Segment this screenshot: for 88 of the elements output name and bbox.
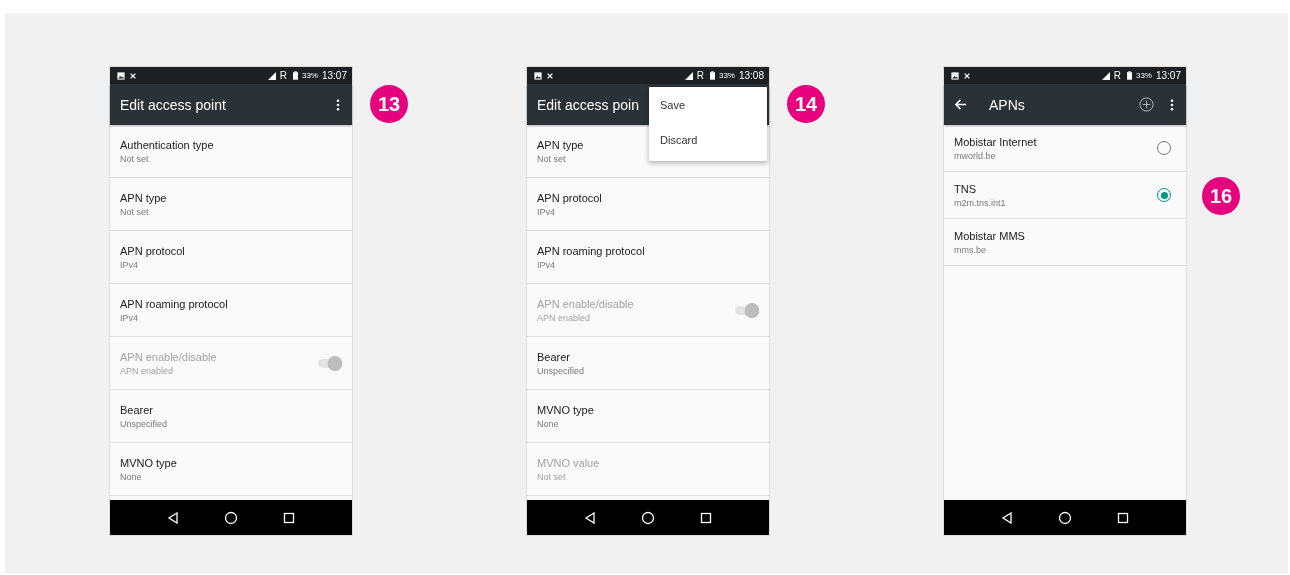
more-options-icon[interactable] [1170,98,1174,111]
clock: 13:07 [321,70,347,81]
x-mark-icon [546,71,554,80]
setting-value: IPv4 [537,259,555,270]
settings-row[interactable]: APN roaming protocol IPv4 [110,284,352,337]
screen-title: APNs [989,96,1025,113]
apn-row[interactable]: Mobistar MMS mms.be [944,219,1186,266]
setting-value: Not set [120,206,149,217]
setting-title: APN protocol [120,244,185,257]
back-triangle-icon[interactable] [166,510,180,525]
clock: 13:07 [1155,70,1181,81]
setting-title: APN type [537,138,584,151]
setting-title: APN roaming protocol [537,244,645,257]
settings-row[interactable]: MVNO type None [110,443,352,496]
setting-title: APN enable/disable [537,297,634,310]
home-circle-icon[interactable] [641,510,655,525]
settings-row[interactable]: Bearer Unspecified [527,337,769,390]
apn-name: TNS [954,182,976,195]
setting-value: IPv4 [120,259,138,270]
settings-row[interactable]: MVNO type None [527,390,769,443]
menu-item[interactable]: Discard [649,122,767,157]
battery-percent: 33% [301,71,318,80]
settings-row[interactable]: Authentication type Not set [110,125,352,178]
setting-title: APN protocol [537,191,602,204]
add-icon[interactable] [1139,97,1154,112]
settings-row[interactable]: Bearer Unspecified [110,390,352,443]
step-number-badge: 13 [370,85,408,123]
battery-icon [292,71,298,80]
home-circle-icon[interactable] [224,510,238,525]
setting-value: Not set [537,471,566,482]
roaming-indicator: R [696,70,704,81]
setting-value: APN enabled [120,365,174,376]
setting-title: Bearer [537,350,571,363]
apn-name: Mobistar Internet [954,135,1037,148]
more-options-icon[interactable] [336,98,340,111]
setting-value: Not set [120,153,149,164]
battery-percent: 33% [1135,71,1152,80]
settings-row[interactable]: APN protocol IPv4 [110,231,352,284]
setting-value: None [120,471,142,482]
roaming-indicator: R [279,70,287,81]
setting-title: Bearer [120,403,154,416]
apn-name: Mobistar MMS [954,229,1025,242]
signal-icon [684,71,693,80]
setting-title: APN type [120,191,167,204]
setting-value: IPv4 [537,206,555,217]
recents-square-icon[interactable] [282,510,296,525]
back-triangle-icon[interactable] [583,510,597,525]
apn-row[interactable]: Mobistar Internet mworld.be [944,125,1186,172]
setting-value: IPv4 [120,312,138,323]
setting-value: APN enabled [537,312,591,323]
menu-item[interactable]: Save [649,87,767,122]
signal-icon [1101,71,1110,80]
settings-row[interactable]: APN roaming protocol IPv4 [527,231,769,284]
setting-value: Not set [537,153,566,164]
setting-title: Authentication type [120,138,214,151]
step-number-badge: 16 [1202,177,1240,215]
setting-title: APN roaming protocol [120,297,228,310]
setting-value: Unspecified [537,365,585,376]
screen-title: Edit access point [120,96,226,113]
clock: 13:08 [738,70,764,81]
battery-icon [1126,71,1132,80]
setting-title: MVNO type [120,456,177,469]
recents-square-icon[interactable] [1116,510,1130,525]
screen-title: Edit access poin [537,96,639,113]
back-arrow-icon[interactable] [954,98,967,111]
battery-percent: 33% [718,71,735,80]
apn-address: mworld.be [954,150,996,161]
setting-value: Unspecified [120,418,168,429]
back-triangle-icon[interactable] [1000,510,1014,525]
setting-title: MVNO type [537,403,594,416]
setting-title: APN enable/disable [120,350,217,363]
battery-icon [709,71,715,80]
home-circle-icon[interactable] [1058,510,1072,525]
settings-row[interactable]: APN type Not set [110,178,352,231]
roaming-indicator: R [1113,70,1121,81]
settings-row[interactable]: APN protocol IPv4 [527,178,769,231]
setting-title: MVNO value [537,456,600,469]
image-icon [117,71,125,80]
setting-value: None [537,418,559,429]
apn-address: mms.be [954,244,986,255]
step-number-badge: 14 [787,85,825,123]
image-icon [951,71,959,80]
recents-square-icon[interactable] [699,510,713,525]
signal-icon [267,71,276,80]
image-icon [534,71,542,80]
x-mark-icon [129,71,137,80]
x-mark-icon [963,71,971,80]
apn-address: m2m.tns.int1 [954,197,1006,208]
